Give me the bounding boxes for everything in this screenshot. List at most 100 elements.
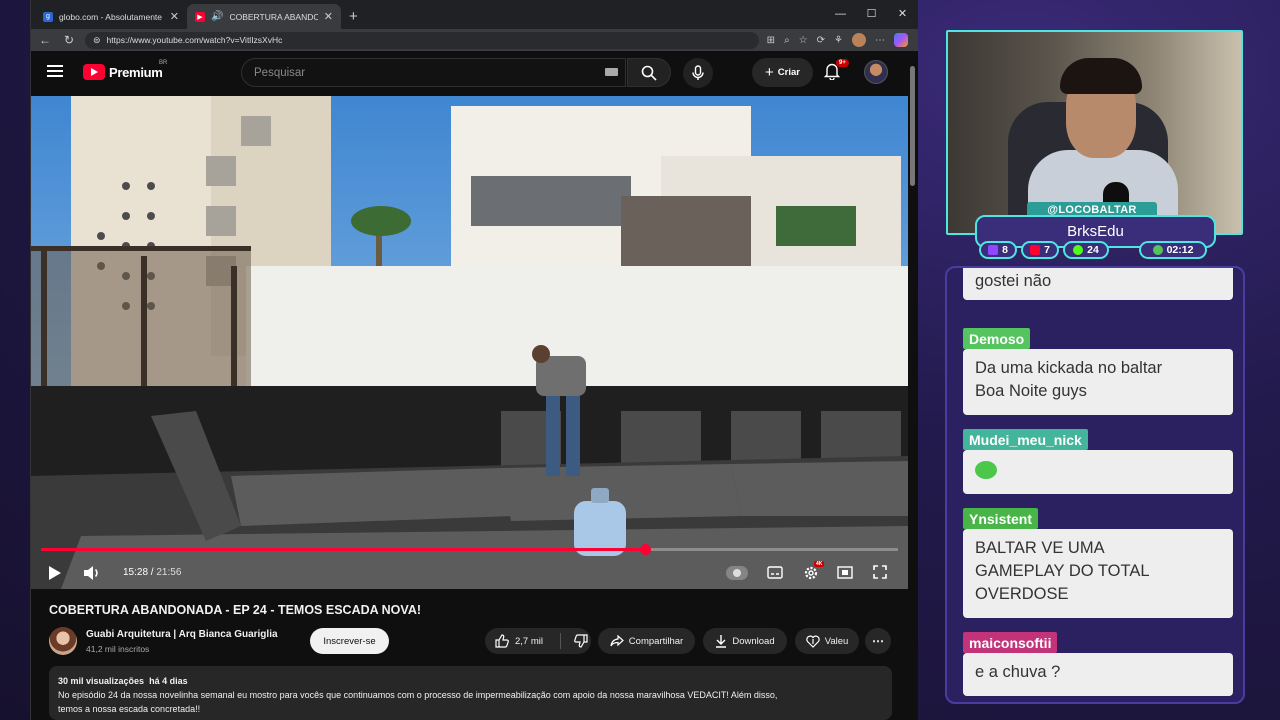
chat-message: e a chuva ? — [963, 653, 1233, 696]
minimize-icon[interactable]: — — [825, 0, 856, 27]
streamer-hair — [1060, 58, 1142, 94]
channel-avatar[interactable] — [49, 627, 77, 655]
chat-username: Demoso — [963, 328, 1031, 349]
keyboard-icon[interactable] — [605, 68, 618, 76]
video-frame — [31, 96, 908, 589]
play-icon[interactable] — [48, 565, 62, 581]
stat-value: 24 — [1087, 244, 1099, 256]
upload-age: há 4 dias — [149, 676, 188, 686]
address-bar-actions: ⊞ ⌕ ☆ ⟳ ⚘ ⋯ — [767, 33, 912, 47]
copilot-icon[interactable] — [894, 33, 908, 47]
clock-icon — [1152, 245, 1163, 255]
description-box[interactable]: 30 mil visualizações há 4 dias No episód… — [49, 666, 892, 720]
current-time: 15:28 — [123, 567, 149, 578]
video-player[interactable]: 15:28 / 21:56 4K — [31, 96, 908, 589]
time-display: 15:28 / 21:56 — [123, 567, 181, 578]
subtitles-icon[interactable] — [767, 566, 783, 579]
profile-avatar[interactable] — [852, 33, 866, 47]
search-icon — [641, 65, 657, 81]
fullscreen-icon[interactable] — [873, 565, 887, 579]
progress-fill — [41, 548, 646, 551]
quality-badge: 4K — [814, 561, 825, 567]
tab-bar: g globo.com - Absolutamente tudo ✕ ▶ 🔊 C… — [31, 0, 918, 29]
zoom-icon[interactable]: ⌕ — [784, 35, 790, 46]
menu-icon[interactable] — [47, 65, 63, 77]
browser-window: g globo.com - Absolutamente tudo ✕ ▶ 🔊 C… — [30, 0, 918, 720]
chat-message: BALTAR VE UMA GAMEPLAY DO TOTAL OVERDOSE — [963, 529, 1233, 618]
account-avatar[interactable] — [864, 60, 888, 84]
chat-message-text: e a chuva ? — [975, 663, 1061, 681]
globo-favicon-icon: g — [43, 11, 53, 22]
progress-bar[interactable] — [41, 544, 898, 555]
search-button[interactable] — [627, 58, 671, 87]
speaker-icon[interactable]: 🔊 — [211, 11, 223, 22]
create-label: Criar — [777, 67, 800, 78]
microphone-icon — [692, 65, 704, 80]
subscribe-button[interactable]: Inscrever-se — [310, 628, 389, 654]
tab-youtube[interactable]: ▶ 🔊 COBERTURA ABANDONADA ✕ — [187, 4, 341, 29]
twitch-icon — [988, 245, 999, 255]
tab-title: globo.com - Absolutamente tudo — [59, 11, 164, 22]
download-button[interactable]: Download — [703, 628, 787, 654]
settings-gear-icon[interactable] — [803, 565, 819, 581]
autoplay-toggle[interactable] — [726, 566, 748, 580]
maximize-icon[interactable]: ☐ — [856, 0, 887, 27]
channel-name[interactable]: Guabi Arquitetura | Arq Bianca Guariglia — [86, 629, 278, 640]
new-tab-icon[interactable]: + — [341, 4, 366, 29]
favorite-star-icon[interactable]: ☆ — [799, 35, 808, 46]
close-tab-icon[interactable]: ✕ — [324, 10, 333, 23]
like-button[interactable]: 2,7 mil — [495, 634, 555, 648]
thanks-button[interactable]: Valeu — [795, 628, 859, 654]
tab-globo[interactable]: g globo.com - Absolutamente tudo ✕ — [35, 4, 187, 29]
volume-icon[interactable] — [83, 565, 101, 581]
search-input[interactable]: Pesquisar — [241, 58, 626, 87]
more-icon[interactable]: ⋯ — [875, 35, 885, 46]
voice-search-button[interactable] — [683, 58, 713, 88]
share-button[interactable]: Compartilhar — [598, 628, 695, 654]
more-icon: ⋯ — [872, 634, 884, 648]
download-icon — [716, 635, 727, 648]
thumbs-down-icon[interactable] — [574, 634, 588, 648]
youtube-header: Premium BR Pesquisar + Criar 9+ — [31, 51, 918, 95]
chat-username: maiconsoftii — [963, 632, 1058, 653]
stat-value: 02:12 — [1166, 244, 1194, 256]
chat-message-text: Boa Noite guys — [975, 382, 1087, 400]
window-controls: — ☐ ✕ — [825, 0, 918, 27]
page-scrollbar[interactable] — [909, 56, 916, 716]
youtube-viewers: 7 — [1021, 241, 1059, 259]
chat-message-text: BALTAR VE UMA — [975, 539, 1105, 557]
kick-icon — [1073, 245, 1084, 255]
apps-icon[interactable]: ⊞ — [767, 35, 775, 46]
chat-message-text: gostei não — [975, 272, 1052, 290]
notification-badge: 9+ — [836, 59, 849, 67]
search-placeholder: Pesquisar — [254, 66, 306, 79]
thumbs-up-icon — [495, 634, 509, 648]
extensions-icon[interactable]: ⟳ — [817, 35, 825, 46]
more-actions-button[interactable]: ⋯ — [865, 628, 891, 654]
duration: 21:56 — [156, 567, 182, 578]
collections-icon[interactable]: ⚘ — [834, 35, 843, 46]
theater-mode-icon[interactable] — [837, 566, 853, 579]
reload-icon[interactable]: ↻ — [61, 33, 77, 47]
like-dislike-group: 2,7 mil — [485, 628, 591, 654]
like-count: 2,7 mil — [515, 635, 543, 647]
chat-message-partial: gostei não — [963, 268, 1233, 300]
close-window-icon[interactable]: ✕ — [887, 0, 918, 27]
url-text: https://www.youtube.com/watch?v=VitlIzsX… — [106, 35, 283, 45]
chat-username: Ynsistent — [963, 508, 1039, 529]
close-tab-icon[interactable]: ✕ — [170, 10, 179, 23]
share-label: Compartilhar — [628, 635, 684, 647]
download-label: Download — [732, 635, 775, 647]
super-thanks-icon — [806, 635, 820, 648]
youtube-logo[interactable]: Premium — [83, 64, 163, 80]
twitch-viewers: 8 — [979, 241, 1017, 259]
chat-username: Mudei_meu_nick — [963, 429, 1088, 450]
url-field[interactable]: ⊜ https://www.youtube.com/watch?v=VitlIz… — [85, 31, 759, 49]
chat-message-text: Da uma kickada no baltar — [975, 359, 1163, 377]
back-icon[interactable]: ← — [37, 33, 53, 47]
player-controls: 15:28 / 21:56 4K — [31, 556, 908, 589]
description-line: temos a nossa escada concretada!! — [58, 704, 201, 714]
youtube-favicon-icon: ▶ — [195, 11, 205, 22]
create-button[interactable]: + Criar — [752, 58, 813, 87]
site-info-icon[interactable]: ⊜ — [93, 35, 101, 46]
